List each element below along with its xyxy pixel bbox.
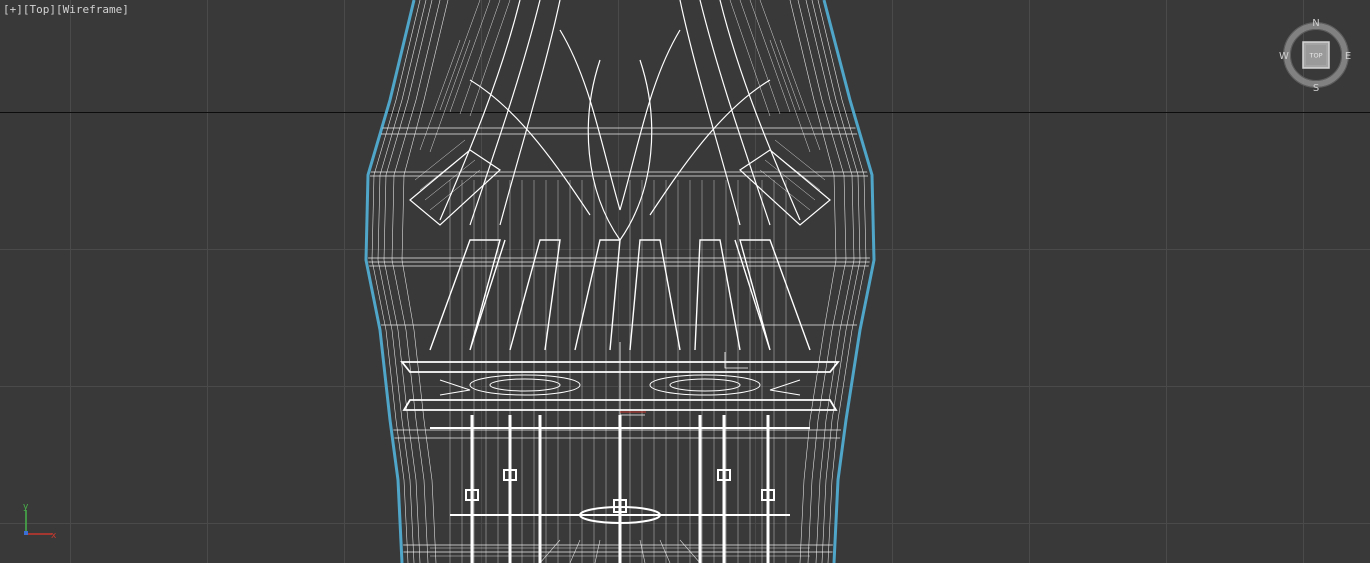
viewport-shading-menu[interactable]: [Wireframe] bbox=[56, 3, 129, 16]
top-viewport[interactable]: [+][Top][Wireframe] TOP N S E W y x bbox=[0, 0, 1370, 563]
compass-west: W bbox=[1279, 51, 1289, 62]
viewcube-face-label: TOP bbox=[1308, 52, 1322, 60]
world-axis-tripod: y x bbox=[23, 502, 57, 541]
viewport-point-of-view-menu[interactable]: [Top] bbox=[23, 3, 56, 16]
compass-south: S bbox=[1313, 83, 1319, 93]
axis-x-label: x bbox=[51, 531, 57, 541]
viewport-label-menu: [+][Top][Wireframe] bbox=[3, 3, 129, 16]
viewport-general-menu[interactable]: [+] bbox=[3, 3, 23, 16]
wireframe-model[interactable] bbox=[0, 0, 1370, 563]
compass-north: N bbox=[1312, 18, 1319, 29]
compass-east: E bbox=[1345, 51, 1351, 62]
viewcube[interactable]: TOP N S E W bbox=[1278, 17, 1354, 93]
axis-y-label: y bbox=[23, 502, 29, 512]
